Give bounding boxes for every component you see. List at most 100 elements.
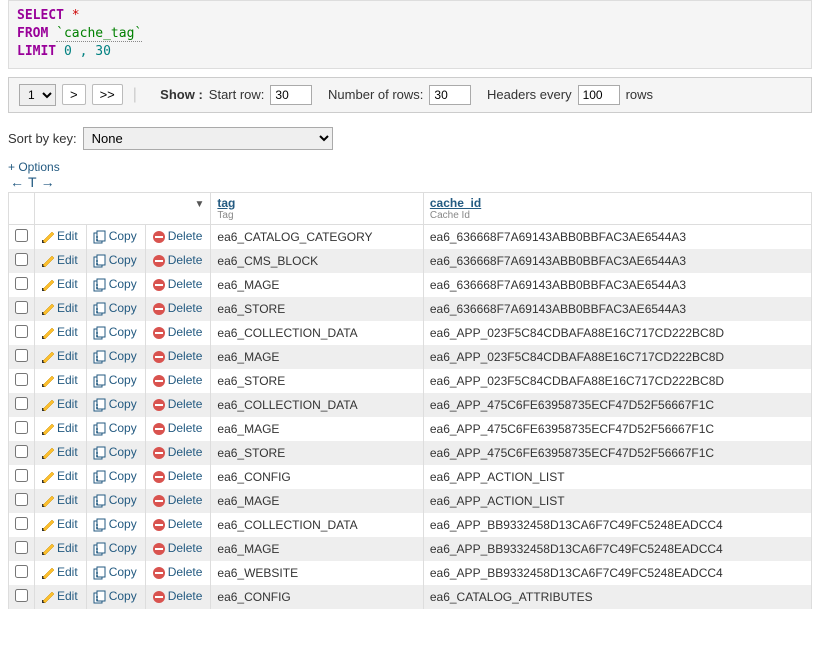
delete-link[interactable]: Delete: [168, 589, 203, 603]
edit-link[interactable]: Edit: [57, 253, 78, 267]
delete-link[interactable]: Delete: [168, 229, 203, 243]
pencil-icon: [41, 230, 55, 244]
delete-link[interactable]: Delete: [168, 565, 203, 579]
copy-icon: [93, 494, 107, 508]
delete-icon: [152, 278, 166, 292]
column-header-cache-id[interactable]: cache_id Cache Id: [423, 192, 811, 224]
delete-link[interactable]: Delete: [168, 445, 203, 459]
table-row: EditCopyDeleteea6_STOREea6_APP_475C6FE63…: [9, 441, 812, 465]
row-checkbox[interactable]: [15, 445, 28, 458]
row-checkbox[interactable]: [15, 301, 28, 314]
edit-link[interactable]: Edit: [57, 325, 78, 339]
edit-link[interactable]: Edit: [57, 445, 78, 459]
delete-link[interactable]: Delete: [168, 469, 203, 483]
copy-link[interactable]: Copy: [109, 565, 137, 579]
sql-table-name[interactable]: `cache_tag`: [56, 26, 142, 42]
delete-link[interactable]: Delete: [168, 349, 203, 363]
delete-link[interactable]: Delete: [168, 325, 203, 339]
copy-link[interactable]: Copy: [109, 517, 137, 531]
column-header-tag[interactable]: tag Tag: [211, 192, 423, 224]
delete-link[interactable]: Delete: [168, 253, 203, 267]
copy-link[interactable]: Copy: [109, 373, 137, 387]
row-checkbox[interactable]: [15, 517, 28, 530]
cell-cache-id: ea6_APP_BB9332458D13CA6F7C49FC5248EADCC4: [423, 537, 811, 561]
cell-tag: ea6_WEBSITE: [211, 561, 423, 585]
table-row: EditCopyDeleteea6_MAGEea6_APP_475C6FE639…: [9, 417, 812, 441]
delete-link[interactable]: Delete: [168, 493, 203, 507]
copy-link[interactable]: Copy: [109, 301, 137, 315]
row-checkbox[interactable]: [15, 253, 28, 266]
copy-link[interactable]: Copy: [109, 469, 137, 483]
delete-link[interactable]: Delete: [168, 517, 203, 531]
row-checkbox[interactable]: [15, 541, 28, 554]
row-checkbox[interactable]: [15, 277, 28, 290]
pencil-icon: [41, 374, 55, 388]
edit-link[interactable]: Edit: [57, 373, 78, 387]
edit-link[interactable]: Edit: [57, 541, 78, 555]
delete-link[interactable]: Delete: [168, 541, 203, 555]
table-row: EditCopyDeleteea6_COLLECTION_DATAea6_APP…: [9, 393, 812, 417]
show-label: Show :: [160, 87, 203, 102]
delete-link[interactable]: Delete: [168, 397, 203, 411]
edit-link[interactable]: Edit: [57, 517, 78, 531]
row-checkbox[interactable]: [15, 469, 28, 482]
cell-tag: ea6_CONFIG: [211, 585, 423, 609]
edit-link[interactable]: Edit: [57, 421, 78, 435]
num-rows-input[interactable]: [429, 85, 471, 105]
row-checkbox[interactable]: [15, 397, 28, 410]
copy-link[interactable]: Copy: [109, 589, 137, 603]
toggle-col-icon[interactable]: T: [26, 174, 39, 190]
table-row: EditCopyDeleteea6_CMS_BLOCKea6_636668F7A…: [9, 249, 812, 273]
delete-link[interactable]: Delete: [168, 421, 203, 435]
copy-link[interactable]: Copy: [109, 253, 137, 267]
pencil-icon: [41, 302, 55, 316]
delete-link[interactable]: Delete: [168, 373, 203, 387]
row-checkbox[interactable]: [15, 349, 28, 362]
edit-link[interactable]: Edit: [57, 493, 78, 507]
edit-link[interactable]: Edit: [57, 229, 78, 243]
copy-link[interactable]: Copy: [109, 541, 137, 555]
copy-link[interactable]: Copy: [109, 445, 137, 459]
copy-link[interactable]: Copy: [109, 229, 137, 243]
row-checkbox[interactable]: [15, 565, 28, 578]
row-checkbox[interactable]: [15, 421, 28, 434]
row-checkbox[interactable]: [15, 373, 28, 386]
options-toggle[interactable]: + Options: [0, 156, 820, 174]
copy-link[interactable]: Copy: [109, 493, 137, 507]
delete-icon: [152, 470, 166, 484]
sort-by-key-select[interactable]: None: [83, 127, 333, 150]
pencil-icon: [41, 350, 55, 364]
delete-link[interactable]: Delete: [168, 277, 203, 291]
copy-link[interactable]: Copy: [109, 349, 137, 363]
edit-link[interactable]: Edit: [57, 277, 78, 291]
row-checkbox[interactable]: [15, 589, 28, 602]
copy-link[interactable]: Copy: [109, 421, 137, 435]
row-checkbox[interactable]: [15, 229, 28, 242]
cell-tag: ea6_MAGE: [211, 489, 423, 513]
row-checkbox[interactable]: [15, 493, 28, 506]
table-row: EditCopyDeleteea6_COLLECTION_DATAea6_APP…: [9, 513, 812, 537]
move-col-right-icon[interactable]: →: [39, 174, 57, 190]
edit-link[interactable]: Edit: [57, 349, 78, 363]
copy-icon: [93, 566, 107, 580]
row-checkbox[interactable]: [15, 325, 28, 338]
copy-link[interactable]: Copy: [109, 397, 137, 411]
edit-link[interactable]: Edit: [57, 469, 78, 483]
start-row-input[interactable]: [270, 85, 312, 105]
last-page-button[interactable]: >>: [92, 84, 123, 105]
edit-link[interactable]: Edit: [57, 589, 78, 603]
edit-link[interactable]: Edit: [57, 565, 78, 579]
move-col-left-icon[interactable]: ←: [8, 174, 26, 190]
copy-link[interactable]: Copy: [109, 277, 137, 291]
page-select[interactable]: 1: [19, 84, 56, 106]
sql-limit-vals: 0 , 30: [64, 44, 111, 59]
next-page-button[interactable]: >: [62, 84, 86, 105]
copy-link[interactable]: Copy: [109, 325, 137, 339]
delete-icon: [152, 494, 166, 508]
edit-link[interactable]: Edit: [57, 397, 78, 411]
delete-link[interactable]: Delete: [168, 301, 203, 315]
sort-by-key-label: Sort by key:: [8, 131, 77, 146]
headers-every-input[interactable]: [578, 85, 620, 105]
headers-every-label: Headers every: [487, 87, 572, 102]
edit-link[interactable]: Edit: [57, 301, 78, 315]
